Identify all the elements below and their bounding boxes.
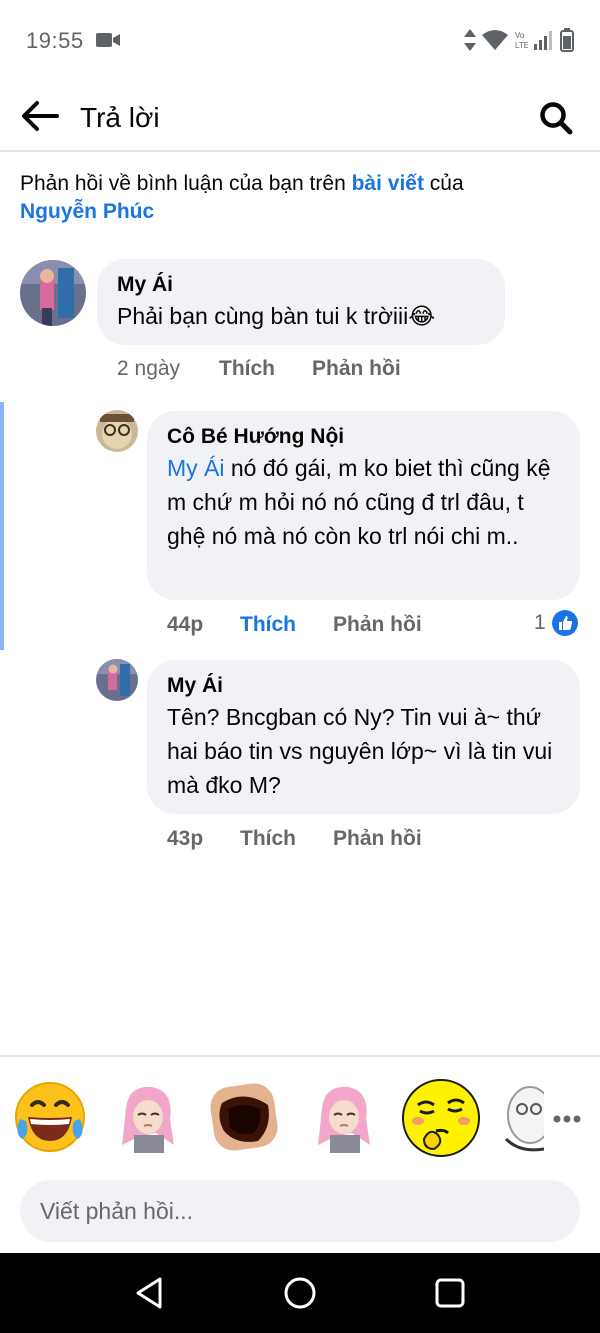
reply-context: Phản hồi về bình luận của bạn trên bài v… bbox=[20, 170, 580, 226]
avatar[interactable] bbox=[96, 410, 138, 452]
comment-body: nó đó gái, m ko biet thì cũng kệ m chứ m… bbox=[167, 455, 551, 549]
avatar[interactable] bbox=[96, 659, 138, 701]
search-button[interactable] bbox=[536, 98, 576, 138]
svg-text:LTE: LTE bbox=[515, 41, 528, 50]
app-bar: Trả lời bbox=[0, 80, 600, 152]
comment-time: 43p bbox=[167, 827, 204, 850]
system-nav-bar bbox=[0, 1253, 600, 1333]
status-bar: 19:55 Vo LTE bbox=[0, 0, 600, 80]
comment-author[interactable]: My Ái bbox=[117, 271, 485, 299]
data-arrows-icon bbox=[464, 29, 476, 51]
reaction-summary[interactable]: 1 bbox=[534, 610, 578, 636]
comment-bubble[interactable]: My Ái Phải bạn cùng bàn tui k trờiii😂 bbox=[97, 259, 505, 345]
comment-author[interactable]: Cô Bé Hướng Nội bbox=[167, 423, 560, 451]
comment-text: Phải bạn cùng bàn tui k trờiii😂 bbox=[117, 303, 436, 329]
like-button[interactable]: Thích bbox=[240, 613, 333, 637]
pink-hair-girl-sticker[interactable] bbox=[304, 1079, 380, 1155]
comment-author[interactable]: My Ái bbox=[167, 672, 560, 700]
battery-icon bbox=[560, 28, 574, 52]
like-button[interactable]: Thích bbox=[240, 827, 333, 851]
nav-recents-icon[interactable] bbox=[430, 1273, 470, 1313]
svg-text:Vo: Vo bbox=[515, 31, 525, 40]
wifi-icon bbox=[482, 30, 508, 50]
avatar[interactable] bbox=[20, 260, 86, 326]
page-title: Trả lời bbox=[80, 102, 160, 133]
partial-sticker[interactable] bbox=[500, 1079, 544, 1155]
search-icon bbox=[540, 102, 573, 135]
pink-hair-girl-sticker[interactable] bbox=[108, 1079, 184, 1155]
arrow-left-icon bbox=[22, 101, 59, 131]
comment-bubble[interactable]: My Ái Tên? Bncgban có Ny? Tin vui à~ thứ… bbox=[147, 660, 580, 814]
reply-button[interactable]: Phản hồi bbox=[333, 613, 422, 637]
signal-icon bbox=[534, 31, 552, 50]
reaction-count: 1 bbox=[534, 611, 546, 634]
comment-actions: 2 ngày Thích Phản hồi bbox=[117, 357, 401, 381]
thinking-face-emoji[interactable] bbox=[400, 1077, 482, 1159]
comment-bubble[interactable]: Cô Bé Hướng Nội My Ái nó đó gái, m ko bi… bbox=[147, 411, 580, 600]
comment-actions: 43p Thích Phản hồi bbox=[167, 827, 422, 851]
reply-input[interactable] bbox=[40, 1180, 560, 1242]
comment-actions: 44p Thích Phản hồi bbox=[167, 613, 422, 637]
sticker-tray bbox=[0, 1055, 600, 1175]
context-middle: của bbox=[423, 172, 464, 195]
post-link[interactable]: bài viết bbox=[352, 172, 424, 195]
context-prefix: Phản hồi về bình luận của bạn trên bbox=[20, 172, 352, 195]
more-horizontal-icon[interactable] bbox=[552, 1109, 582, 1129]
camera-icon bbox=[96, 33, 120, 47]
mention-link[interactable]: My Ái bbox=[167, 455, 225, 481]
comment-time: 2 ngày bbox=[117, 357, 181, 380]
post-author-link[interactable]: Nguyễn Phúc bbox=[20, 200, 154, 223]
volte-icon: Vo LTE bbox=[515, 31, 528, 50]
comment-text: My Ái nó đó gái, m ko biet thì cũng kệ m… bbox=[167, 451, 560, 553]
comment-time: 44p bbox=[167, 613, 204, 636]
status-time: 19:55 bbox=[26, 28, 84, 53]
comment-text: Tên? Bncgban có Ny? Tin vui à~ thứ hai b… bbox=[167, 704, 553, 798]
reply-box[interactable] bbox=[20, 1180, 580, 1242]
highlight-indicator bbox=[0, 402, 4, 650]
nav-home-icon[interactable] bbox=[280, 1273, 320, 1313]
like-reaction-icon bbox=[551, 610, 578, 636]
laughing-tears-emoji[interactable] bbox=[12, 1079, 88, 1155]
reply-button[interactable]: Phản hồi bbox=[333, 827, 422, 851]
screaming-mouth-sticker[interactable] bbox=[206, 1079, 282, 1155]
like-button[interactable]: Thích bbox=[219, 357, 312, 381]
back-button[interactable] bbox=[18, 96, 62, 136]
nav-back-icon[interactable] bbox=[130, 1273, 170, 1313]
status-icons: Vo LTE bbox=[464, 27, 574, 53]
reply-button[interactable]: Phản hồi bbox=[312, 357, 401, 381]
